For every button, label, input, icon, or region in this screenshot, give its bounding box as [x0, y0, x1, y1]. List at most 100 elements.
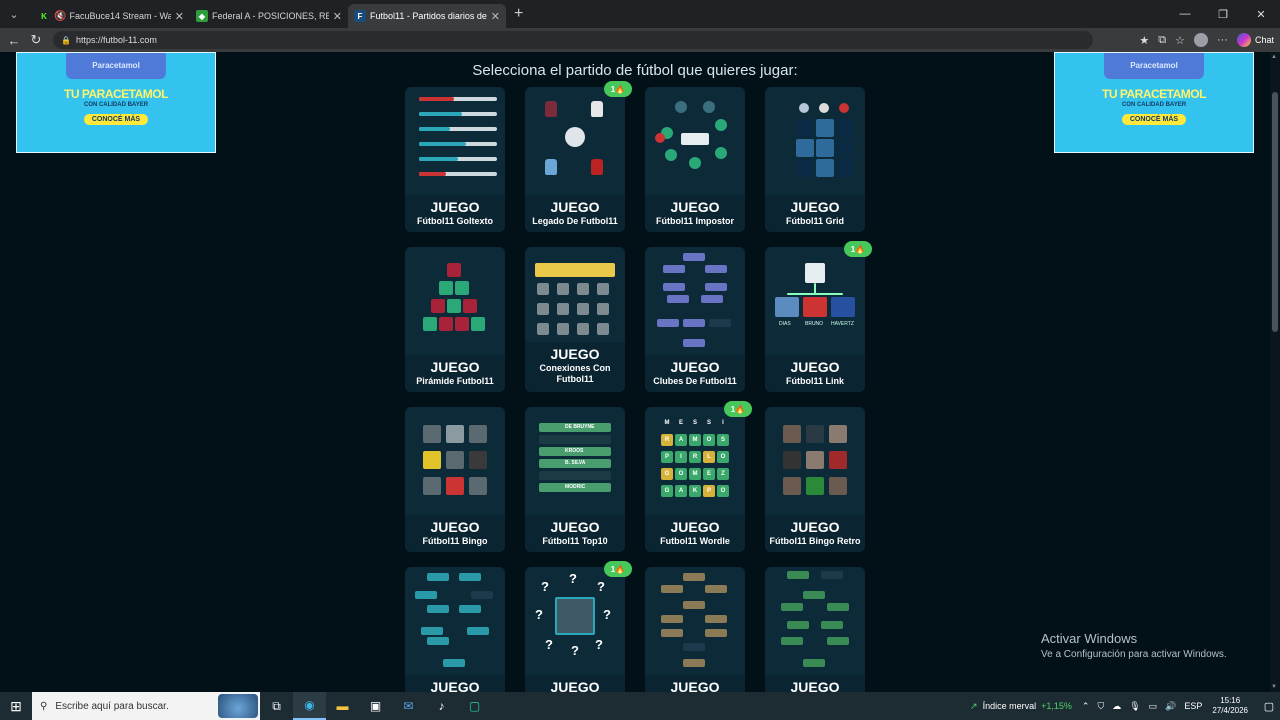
game-card-goltexto[interactable]: JUEGO Fútbol11 Goltexto — [405, 87, 505, 232]
file-explorer-icon[interactable]: ▬ — [326, 692, 359, 720]
game-card-bingo[interactable]: JUEGO Fútbol11 Bingo — [405, 407, 505, 552]
more-menu-icon[interactable]: ··· — [1217, 34, 1228, 46]
ad-cta-button[interactable]: CONOCÉ MÁS — [1121, 114, 1187, 125]
streak-badge: 1🔥 — [604, 81, 632, 97]
card-label: JUEGO Fútbol11 Bingo Retro — [765, 515, 865, 552]
card-thumbnail — [765, 87, 865, 195]
card-type: JUEGO — [670, 519, 720, 535]
wordle-tile: P — [661, 451, 673, 463]
edge-browser-icon[interactable]: ◉ — [293, 692, 326, 720]
cloud-icon[interactable]: ☁ — [1112, 701, 1121, 712]
card-game-name: Legado De Futbol11 — [532, 216, 618, 226]
profile-avatar-icon[interactable] — [1193, 33, 1208, 47]
game-card-grid[interactable]: JUEGO Fútbol11 Grid — [765, 87, 865, 232]
wordle-tile: M — [689, 468, 701, 480]
volume-icon[interactable]: 🔊 — [1165, 701, 1176, 712]
minimize-icon[interactable]: — — [1166, 0, 1204, 28]
extensions-icon[interactable]: ⧉ — [1158, 34, 1166, 47]
tab-federal-a[interactable]: ◆ Federal A - POSICIONES, RESULTA ✕ — [190, 4, 348, 28]
game-card-legado[interactable]: JUEGO Legado De Futbol11 — [525, 87, 625, 232]
streak-badge: 1🔥 — [724, 401, 752, 417]
close-window-icon[interactable]: ✕ — [1242, 0, 1280, 28]
windows-taskbar: ⊞ ⚲ Escribe aquí para buscar. ⧉ ◉ ▬ ▣ ✉ … — [0, 692, 1280, 720]
notifications-icon[interactable]: ▢ — [1258, 700, 1280, 713]
game-card-13[interactable]: JUEGO — [405, 567, 505, 692]
close-tab-icon[interactable]: ✕ — [333, 10, 342, 23]
card-type: JUEGO — [670, 359, 720, 375]
kick-favicon-icon: K — [41, 11, 47, 21]
game-card-bingo-retro[interactable]: JUEGO Fútbol11 Bingo Retro — [765, 407, 865, 552]
tab-title: Federal A - POSICIONES, RESULTA — [212, 11, 329, 21]
top10-entry: KROOS — [565, 448, 584, 454]
show-hidden-icons-icon[interactable]: ⌃ — [1082, 701, 1090, 712]
url-bar[interactable]: 🔒 https://futbol-11.com — [53, 31, 1093, 49]
game-card-link[interactable]: DIAS BRUNO HAVERTZ JUEGO Fútbol11 Link — [765, 247, 865, 392]
taskbar-search-box[interactable]: ⚲ Escribe aquí para buscar. — [32, 692, 260, 720]
game-card-conexiones[interactable]: JUEGO Conexiones Con Futbol11 — [525, 247, 625, 392]
card-label: JUEGO Fútbol11 Link — [765, 355, 865, 392]
wordle-tile: O — [703, 434, 715, 446]
favorite-star-icon[interactable]: ★ — [1139, 34, 1149, 47]
scrollbar-thumb[interactable] — [1272, 92, 1278, 332]
site-favicon-icon: ◆ — [196, 10, 208, 22]
wordle-tile: L — [703, 451, 715, 463]
tiktok-icon[interactable]: ♪ — [425, 692, 458, 720]
windows-start-icon[interactable]: ⊞ — [0, 692, 32, 720]
favorites-icon[interactable]: ☆ — [1175, 34, 1185, 47]
app-icon[interactable]: ▢ — [458, 692, 491, 720]
wordle-tile: G — [661, 468, 673, 480]
card-type: JUEGO — [790, 679, 840, 692]
card-label: JUEGO Fútbol11 Bingo — [405, 515, 505, 552]
back-icon[interactable]: ← — [3, 33, 25, 48]
close-tab-icon[interactable]: ✕ — [491, 10, 500, 23]
card-thumbnail — [645, 567, 745, 675]
chart-up-icon: ↗ — [970, 700, 978, 711]
card-game-name: Fútbol11 Link — [785, 376, 844, 386]
card-thumbnail — [645, 87, 745, 195]
muted-speaker-icon[interactable]: 🔇 — [54, 11, 66, 22]
wordle-tile: M — [664, 420, 670, 426]
tab-facubuce[interactable]: K 🔇 FacuBuce14 Stream - Watch L ✕ — [32, 4, 190, 28]
card-thumbnail: MESSIRAMOSPIRLOGOMEZGAKPO — [645, 407, 745, 515]
stock-widget[interactable]: ↗ Índice merval +1,15% — [970, 701, 1072, 712]
system-tray: ↗ Índice merval +1,15% ⌃ ⛉ ☁ 🎙 ▭ 🔊 ESP 1… — [970, 692, 1280, 720]
ad-cta-button[interactable]: CONOCÉ MÁS — [83, 114, 149, 125]
card-game-name: Clubes De Futbol11 — [653, 376, 737, 386]
game-card-impostor[interactable]: JUEGO Fútbol11 Impostor — [645, 87, 745, 232]
game-card-14[interactable]: ? ? ? ? ? ? ? ? JUEGO — [525, 567, 625, 692]
wordle-tile: O — [717, 451, 729, 463]
page-scrollbar[interactable]: ▲ ▼ — [1270, 52, 1280, 692]
site-info-icon[interactable]: 🔒 — [61, 36, 71, 45]
card-game-name: Fútbol11 Bingo Retro — [769, 536, 861, 546]
scroll-down-icon[interactable]: ▼ — [1271, 684, 1277, 690]
wordle-tile: S — [692, 420, 697, 426]
game-card-15[interactable]: JUEGO — [645, 567, 745, 692]
card-thumbnail — [405, 407, 505, 515]
mail-icon[interactable]: ✉ — [392, 692, 425, 720]
game-card-top10[interactable]: DE BRUYNE KROOS B. SILVA MODRIC JUEGO Fú… — [525, 407, 625, 552]
copilot-button[interactable]: Chat — [1236, 33, 1274, 47]
card-label: JUEGO — [525, 675, 625, 692]
display-icon[interactable]: ▭ — [1149, 701, 1158, 712]
tab-futbol11[interactable]: F Futbol11 - Partidos diarios de fútb ✕ — [348, 4, 506, 28]
watermark-title: Activar Windows — [1041, 631, 1138, 646]
tab-actions-icon[interactable]: ⌄ — [2, 3, 26, 25]
close-tab-icon[interactable]: ✕ — [175, 10, 184, 23]
game-card-piramide[interactable]: JUEGO Pirámide Futbol11 — [405, 247, 505, 392]
store-icon[interactable]: ▣ — [359, 692, 392, 720]
game-card-clubes[interactable]: JUEGO Clubes De Futbol11 — [645, 247, 745, 392]
refresh-icon[interactable]: ↻ — [25, 32, 47, 48]
game-card-wordle[interactable]: MESSIRAMOSPIRLOGOMEZGAKPO JUEGO Futbol11… — [645, 407, 745, 552]
game-card-16[interactable]: JUEGO — [765, 567, 865, 692]
clock[interactable]: 15:16 27/4/2026 — [1212, 696, 1248, 716]
security-icon[interactable]: ⛉ — [1097, 701, 1104, 712]
task-view-icon[interactable]: ⧉ — [260, 692, 293, 720]
restore-icon[interactable]: ❐ — [1204, 0, 1242, 28]
microphone-icon[interactable]: 🎙 — [1129, 701, 1140, 712]
new-tab-icon[interactable]: + — [514, 5, 523, 23]
copilot-label: Chat — [1254, 35, 1274, 45]
wordle-tile: E — [703, 468, 715, 480]
wordle-tile: M — [689, 434, 701, 446]
scroll-up-icon[interactable]: ▲ — [1271, 54, 1277, 60]
language-indicator[interactable]: ESP — [1184, 701, 1202, 712]
